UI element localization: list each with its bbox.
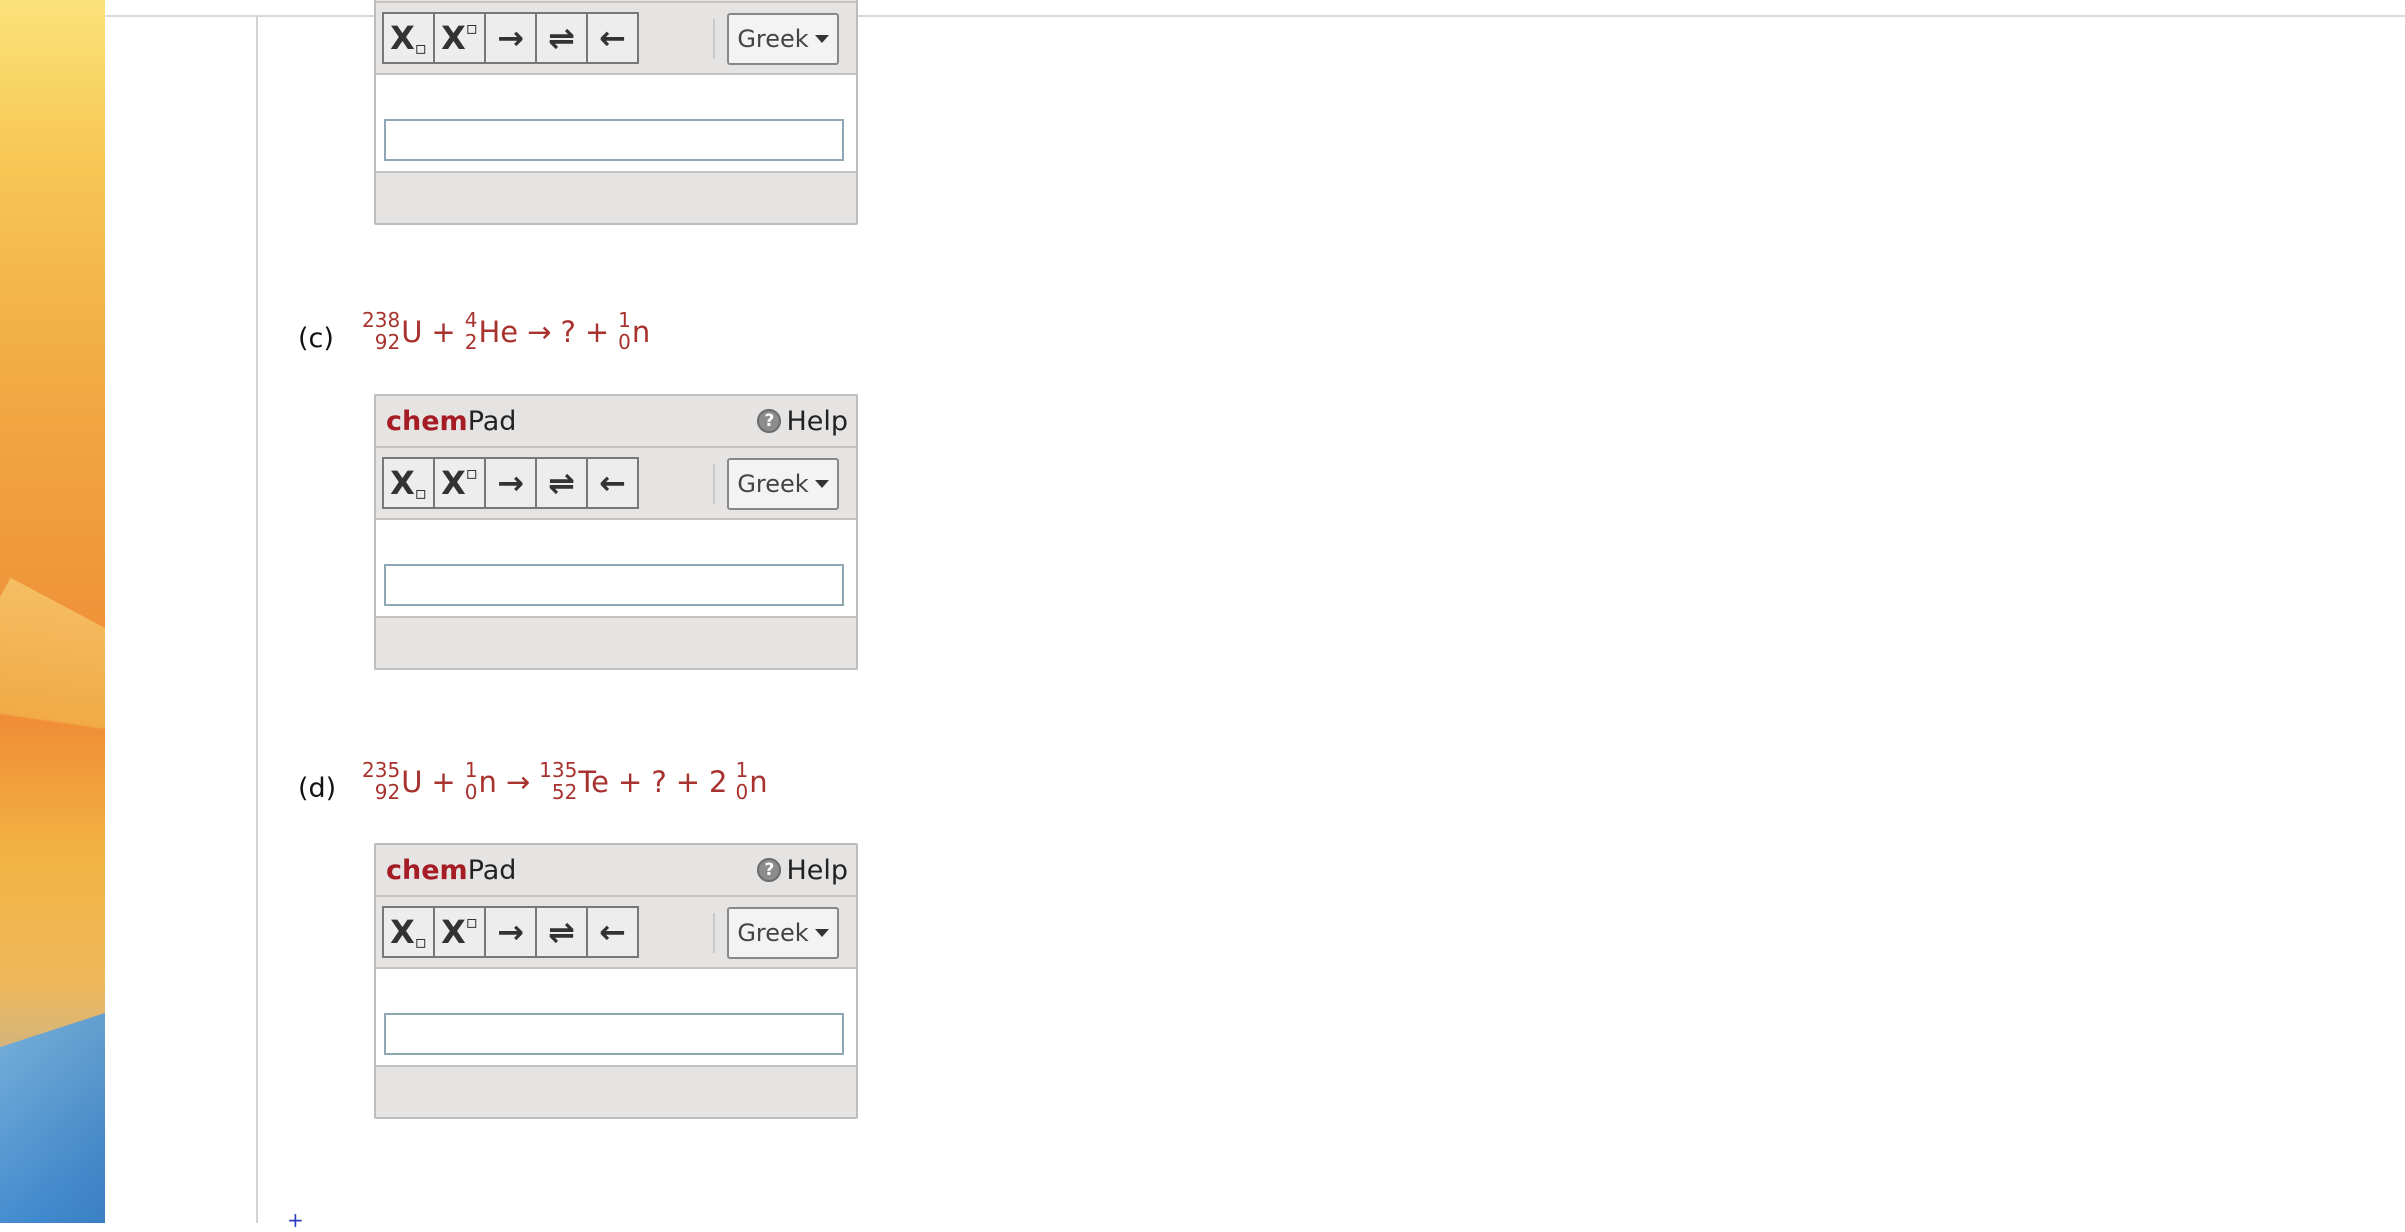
question-label-d: (d)	[298, 773, 337, 804]
equilibrium-arrow-button[interactable]: ⇌	[535, 906, 588, 958]
toolbar-separator	[713, 464, 715, 504]
nuclide-he4: 42	[464, 308, 478, 354]
caret-down-icon	[814, 480, 829, 488]
chempad-toolbar: X ▫ X ▫ → ⇌ ← Greek	[376, 897, 856, 969]
chempad-toolbar: X ▫ X ▫ → ⇌ ← Greek	[376, 3, 856, 75]
greek-dropdown[interactable]: Greek	[727, 458, 839, 510]
chempad-brand: chemPad	[386, 405, 517, 437]
content-left-rule	[256, 16, 258, 1223]
arrow-right-button[interactable]: →	[484, 906, 537, 958]
answer-input-b[interactable]	[384, 119, 844, 161]
caret-down-icon	[814, 35, 829, 43]
caret-down-icon	[814, 929, 829, 937]
chempad-footer	[376, 173, 856, 223]
superscript-button[interactable]: X ▫	[433, 457, 486, 509]
nuclide-neutron: 10	[735, 758, 749, 804]
chempad-d: chemPad ? Help X ▫ X ▫ → ⇌ ← Greek	[374, 843, 858, 1119]
arrow-right-button[interactable]: →	[484, 12, 537, 64]
answer-input-c[interactable]	[384, 564, 844, 606]
toolbar-separator	[713, 913, 715, 953]
nuclide-neutron: 10	[464, 758, 478, 804]
chempad-b: chemPad ?Help X▫ X▫ → ⇌ ← Greek	[374, 0, 858, 225]
help-button[interactable]: ? Help	[757, 406, 848, 437]
chempad-title-bar: chemPad ?Help	[376, 396, 856, 448]
arrow-left-button[interactable]: ←	[586, 457, 639, 509]
help-icon: ?	[757, 409, 782, 433]
superscript-button[interactable]: X ▫	[433, 906, 486, 958]
chempad-c: chemPad ? Help X ▫ X ▫ → ⇌ ← Greek	[374, 394, 858, 670]
nuclide-te135: 135 52	[539, 758, 578, 804]
greek-dropdown[interactable]: Greek	[727, 907, 839, 959]
equation-d: 235 92 U +1 0 n → 135 52 Te +? +2 1 0 n	[362, 758, 768, 804]
subscript-button[interactable]: X ▫	[382, 12, 435, 64]
chempad-toolbar: X ▫ X ▫ → ⇌ ← Greek	[376, 448, 856, 520]
nuclide-u235: 235 92	[362, 758, 401, 804]
chempad-input-area	[376, 520, 856, 618]
nuclide-u238: 238 92	[362, 308, 401, 354]
chempad-footer	[376, 1067, 856, 1117]
arrow-left-button[interactable]: ←	[586, 906, 639, 958]
desktop-wallpaper	[0, 0, 105, 1223]
nuclide-neutron: 10	[618, 308, 631, 354]
chempad-input-area	[376, 75, 856, 173]
arrow-right-button[interactable]: →	[484, 457, 537, 509]
greek-dropdown[interactable]: Greek	[727, 13, 839, 65]
subscript-button[interactable]: X ▫	[382, 906, 435, 958]
help-icon: ?	[757, 858, 782, 882]
chempad-brand: chemPad	[386, 854, 517, 886]
equilibrium-arrow-button[interactable]: ⇌	[535, 12, 588, 64]
arrow-left-button[interactable]: ←	[586, 12, 639, 64]
toolbar-separator	[713, 19, 715, 59]
equilibrium-arrow-button[interactable]: ⇌	[535, 457, 588, 509]
equation-c: 238 92 U +4 2 He →? +1 0 n	[362, 308, 651, 354]
chempad-input-area	[376, 969, 856, 1067]
chempad-footer	[376, 618, 856, 668]
question-label-c: (c)	[298, 323, 334, 354]
chempad-title-bar: chemPad ?Help	[376, 845, 856, 897]
superscript-button[interactable]: X ▫	[433, 12, 486, 64]
subscript-button[interactable]: X ▫	[382, 457, 435, 509]
help-button[interactable]: ? Help	[757, 855, 848, 886]
answer-input-d[interactable]	[384, 1013, 844, 1055]
footer-plus-mark: +	[287, 1208, 304, 1232]
